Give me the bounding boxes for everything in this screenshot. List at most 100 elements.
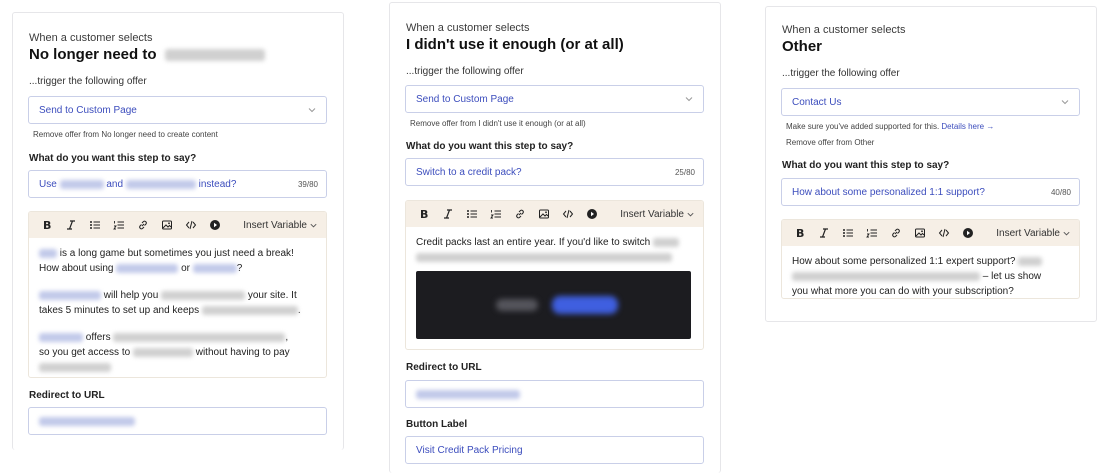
redacted-text [653,237,680,247]
body-text: your site. It [247,290,297,301]
italic-icon[interactable] [436,203,460,225]
remove-offer-note[interactable]: Remove offer from No longer need to crea… [33,130,218,139]
char-counter: 25/80 [674,168,695,177]
body-text: , [285,332,289,343]
bullet-list-icon[interactable] [836,222,860,244]
reason-title: I didn't use it enough (or at all) [406,36,624,53]
body-text: – let us show [982,271,1042,282]
link-icon[interactable] [884,222,908,244]
play-icon[interactable] [203,214,227,236]
redacted-text [201,305,298,315]
numbered-list-icon[interactable] [107,214,131,236]
redacted-text [125,179,196,189]
link-icon[interactable] [508,203,532,225]
insert-variable-dropdown[interactable]: Insert Variable [620,209,695,220]
bullet-list-icon[interactable] [83,214,107,236]
redacted-text [113,332,286,342]
step-label: What do you want this step to say? [29,153,197,164]
button-label-input[interactable]: Visit Credit Pack Pricing [405,436,704,464]
editor-toolbar: B Insert Variable [782,220,1079,246]
body-text: ? [236,263,243,274]
bold-icon[interactable]: B [788,222,812,244]
remove-offer-note[interactable]: Remove offer from Other [786,138,874,147]
blurred-secondary-button [496,299,538,311]
blurred-primary-button [552,296,618,314]
editor-content[interactable]: Credit packs last an entire year. If you… [406,227,703,273]
image-icon[interactable] [532,203,556,225]
headline-input[interactable]: Use and instead? 39/80 [28,170,327,198]
headline-input-value: Switch to a credit pack? [416,167,522,178]
offer-select[interactable]: Send to Custom Page [28,96,327,124]
insert-variable-dropdown[interactable]: Insert Variable [243,220,318,231]
numbered-list-icon[interactable] [860,222,884,244]
body-text: takes 5 minutes to set up and keeps [39,305,200,316]
image-icon[interactable] [908,222,932,244]
details-link[interactable]: Details here → [941,122,994,131]
redacted-text [39,248,57,258]
chevron-down-icon [687,212,694,217]
redacted-text [39,332,83,342]
redirect-url-value [39,416,135,427]
italic-icon[interactable] [812,222,836,244]
insert-variable-label: Insert Variable [243,220,307,231]
headline-input[interactable]: How about some personalized 1:1 support?… [781,178,1080,206]
code-icon[interactable] [179,214,203,236]
trigger-label: ...trigger the following offer [29,76,147,87]
offer-card-other: When a customer selects Other ...trigger… [765,6,1097,322]
editor-content[interactable]: is a long game but sometimes you just ne… [29,238,326,377]
trigger-label: ...trigger the following offer [406,66,524,77]
message-editor[interactable]: B Insert Variable Credit packs last an e… [405,200,704,350]
offer-card-didnt-use-enough: When a customer selects I didn't use it … [389,2,721,473]
redacted-text [792,271,980,281]
embedded-media-preview[interactable] [416,271,691,339]
code-icon[interactable] [932,222,956,244]
image-icon[interactable] [155,214,179,236]
offer-card-no-longer-need: When a customer selects No longer need t… [12,12,344,450]
body-text: offers [85,332,111,343]
reason-title: Other [782,38,823,55]
message-editor[interactable]: B Insert Variable is a long game but som… [28,211,327,378]
offer-select-value: Send to Custom Page [416,94,514,105]
eyebrow-text: When a customer selects [406,22,530,34]
offer-select[interactable]: Send to Custom Page [405,85,704,113]
body-text: will help you [103,290,159,301]
body-text: Credit packs last an entire year. If you… [416,237,651,248]
offer-select-value: Contact Us [792,97,842,108]
editor-toolbar: B Insert Variable [406,201,703,227]
offer-select[interactable]: Contact Us [781,88,1080,116]
italic-icon[interactable] [59,214,83,236]
message-editor[interactable]: B Insert Variable How about some persona… [781,219,1080,299]
redacted-text [416,252,672,262]
editor-content[interactable]: How about some personalized 1:1 expert s… [782,246,1079,298]
insert-variable-label: Insert Variable [996,228,1060,239]
code-icon[interactable] [556,203,580,225]
bullet-list-icon[interactable] [460,203,484,225]
redacted-text [1018,256,1043,266]
eyebrow-text: When a customer selects [782,24,906,36]
play-icon[interactable] [956,222,980,244]
headline-input[interactable]: Switch to a credit pack? 25/80 [405,158,704,186]
insert-variable-dropdown[interactable]: Insert Variable [996,228,1071,239]
remove-offer-note[interactable]: Remove offer from I didn't use it enough… [410,119,586,128]
offer-select-value: Send to Custom Page [39,105,137,116]
bold-icon[interactable]: B [412,203,436,225]
chevron-down-icon [310,223,317,228]
editor-paragraph: is a long game but sometimes you just ne… [39,246,316,276]
char-counter: 40/80 [1050,188,1071,197]
headline-mid: and [106,179,124,190]
body-text: so you get access to [39,347,131,358]
eyebrow-text: When a customer selects [29,32,153,44]
numbered-list-icon[interactable] [484,203,508,225]
redirect-url-input[interactable] [28,407,327,435]
redirect-url-input[interactable] [405,380,704,408]
link-icon[interactable] [131,214,155,236]
chevron-down-icon [307,105,317,115]
redacted-text [39,416,135,426]
headline-input-value: How about some personalized 1:1 support? [792,187,985,198]
chevron-down-icon [1060,97,1070,107]
redacted-text [164,49,265,62]
redacted-text [416,389,520,399]
bold-icon[interactable]: B [35,214,59,236]
play-icon[interactable] [580,203,604,225]
svg-text:B: B [796,227,804,239]
